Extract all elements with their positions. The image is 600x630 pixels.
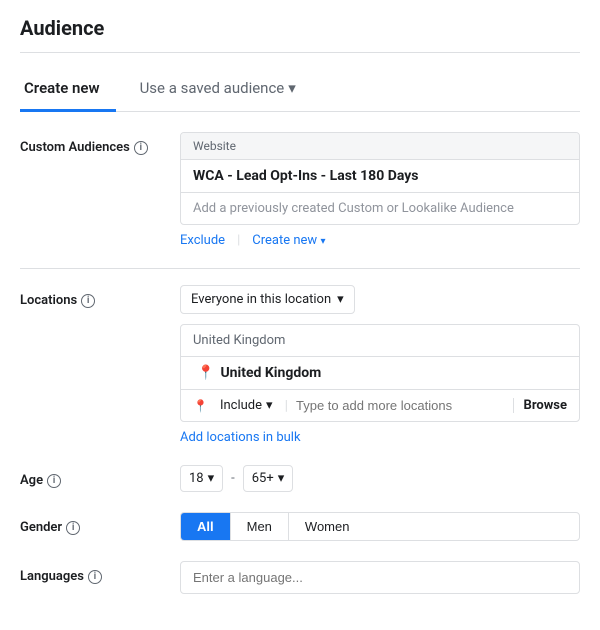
- custom-audiences-info-icon[interactable]: i: [134, 141, 148, 155]
- location-country-header: United Kingdom: [181, 325, 579, 357]
- age-content: 18 ▾ - 65+ ▾: [180, 465, 580, 492]
- create-new-chevron-icon: ▾: [320, 236, 325, 247]
- gender-info-icon[interactable]: i: [66, 521, 80, 535]
- include-chevron-icon: ▾: [266, 398, 273, 413]
- locations-label-col: Locations i: [20, 285, 180, 308]
- tab-create-new[interactable]: Create new: [20, 69, 116, 112]
- gender-men-button[interactable]: Men: [231, 513, 289, 540]
- audience-actions: Exclude | Create new ▾: [180, 233, 580, 248]
- browse-link[interactable]: Browse: [513, 398, 567, 413]
- age-info-icon[interactable]: i: [47, 474, 61, 488]
- gender-label-col: Gender i: [20, 512, 180, 535]
- language-input[interactable]: [180, 561, 580, 594]
- location-search-input[interactable]: [296, 398, 505, 413]
- gender-all-button[interactable]: All: [181, 513, 231, 540]
- chevron-down-icon: ▾: [288, 79, 296, 97]
- location-input-row: 📍 Include ▾ | Browse: [181, 389, 579, 421]
- create-new-link[interactable]: Create new ▾: [252, 233, 325, 248]
- include-dropdown[interactable]: Include ▾: [216, 396, 277, 415]
- audience-page: Audience Create new Use a saved audience…: [0, 0, 600, 630]
- gender-women-button[interactable]: Women: [289, 513, 366, 540]
- location-type-dropdown[interactable]: Everyone in this location ▾: [180, 285, 355, 314]
- add-locations-bulk-button[interactable]: Add locations in bulk: [180, 430, 301, 445]
- location-type-chevron-icon: ▾: [337, 292, 344, 307]
- add-bulk-link: Add locations in bulk: [180, 430, 580, 445]
- input-separator: |: [285, 398, 288, 414]
- age-min-chevron-icon: ▾: [208, 471, 215, 486]
- audience-box-header: Website: [181, 133, 579, 160]
- age-section: Age i 18 ▾ - 65+ ▾: [20, 465, 580, 492]
- gender-section: Gender i All Men Women: [20, 512, 580, 541]
- audience-box-selected: WCA - Lead Opt-Ins - Last 180 Days: [181, 160, 579, 192]
- age-row: 18 ▾ - 65+ ▾: [180, 465, 580, 492]
- location-box: United Kingdom 📍 United Kingdom 📍 Includ…: [180, 324, 580, 422]
- location-country-item: 📍 United Kingdom: [181, 357, 579, 389]
- tab-use-saved[interactable]: Use a saved audience ▾: [124, 69, 300, 112]
- section-divider-1: [20, 268, 580, 269]
- languages-label-col: Languages i: [20, 561, 180, 584]
- audience-box-placeholder[interactable]: Add a previously created Custom or Looka…: [181, 192, 579, 224]
- custom-audiences-label-col: Custom Audiences i: [20, 132, 180, 155]
- custom-audiences-section: Custom Audiences i Website WCA - Lead Op…: [20, 132, 580, 248]
- languages-section: Languages i: [20, 561, 580, 594]
- languages-info-icon[interactable]: i: [88, 570, 102, 584]
- location-pin-icon: 📍: [193, 399, 208, 413]
- locations-content: Everyone in this location ▾ United Kingd…: [180, 285, 580, 445]
- exclude-link[interactable]: Exclude: [180, 233, 225, 248]
- languages-content: [180, 561, 580, 594]
- age-separator: -: [231, 471, 235, 486]
- audience-box: Website WCA - Lead Opt-Ins - Last 180 Da…: [180, 132, 580, 225]
- age-min-dropdown[interactable]: 18 ▾: [180, 465, 223, 492]
- custom-audiences-content: Website WCA - Lead Opt-Ins - Last 180 Da…: [180, 132, 580, 248]
- age-max-dropdown[interactable]: 65+ ▾: [243, 465, 294, 492]
- locations-info-icon[interactable]: i: [81, 294, 95, 308]
- age-label-col: Age i: [20, 465, 180, 488]
- gender-button-group: All Men Women: [180, 512, 580, 541]
- locations-section: Locations i Everyone in this location ▾ …: [20, 285, 580, 445]
- page-title: Audience: [20, 16, 580, 40]
- gender-content: All Men Women: [180, 512, 580, 541]
- audience-tabs: Create new Use a saved audience ▾: [20, 69, 580, 112]
- pin-icon: 📍: [197, 365, 214, 381]
- title-divider: [20, 52, 580, 53]
- action-separator: |: [237, 233, 240, 248]
- age-max-chevron-icon: ▾: [278, 471, 285, 486]
